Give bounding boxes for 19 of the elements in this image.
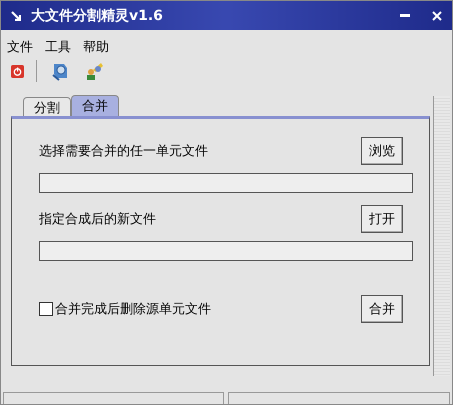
source-file-label: 选择需要合并的任一单元文件 (39, 143, 208, 160)
power-icon[interactable] (11, 64, 24, 78)
menu-item[interactable]: 帮助 (83, 38, 109, 56)
browse-button[interactable]: 浏览 (361, 137, 403, 165)
menu-item[interactable]: 文件 (7, 38, 33, 56)
source-file-field[interactable] (39, 173, 413, 193)
checkbox[interactable] (39, 302, 53, 316)
arrow-icon (11, 10, 21, 20)
menu-item[interactable]: 工具 (45, 38, 71, 56)
tab[interactable]: 分割 (23, 97, 71, 116)
tab[interactable]: 合并 (71, 95, 119, 116)
minimize-icon[interactable] (400, 14, 410, 18)
window-title: 大文件分割精灵v1.6 (31, 6, 163, 24)
delete-source-label: 合并完成后删除源单元文件 (55, 301, 211, 318)
merge-button[interactable]: 合并 (361, 295, 403, 323)
target-file-field[interactable] (39, 241, 413, 261)
target-file-label: 指定合成后的新文件 (39, 211, 156, 228)
close-icon[interactable] (432, 10, 442, 20)
open-button[interactable]: 打开 (361, 205, 403, 233)
